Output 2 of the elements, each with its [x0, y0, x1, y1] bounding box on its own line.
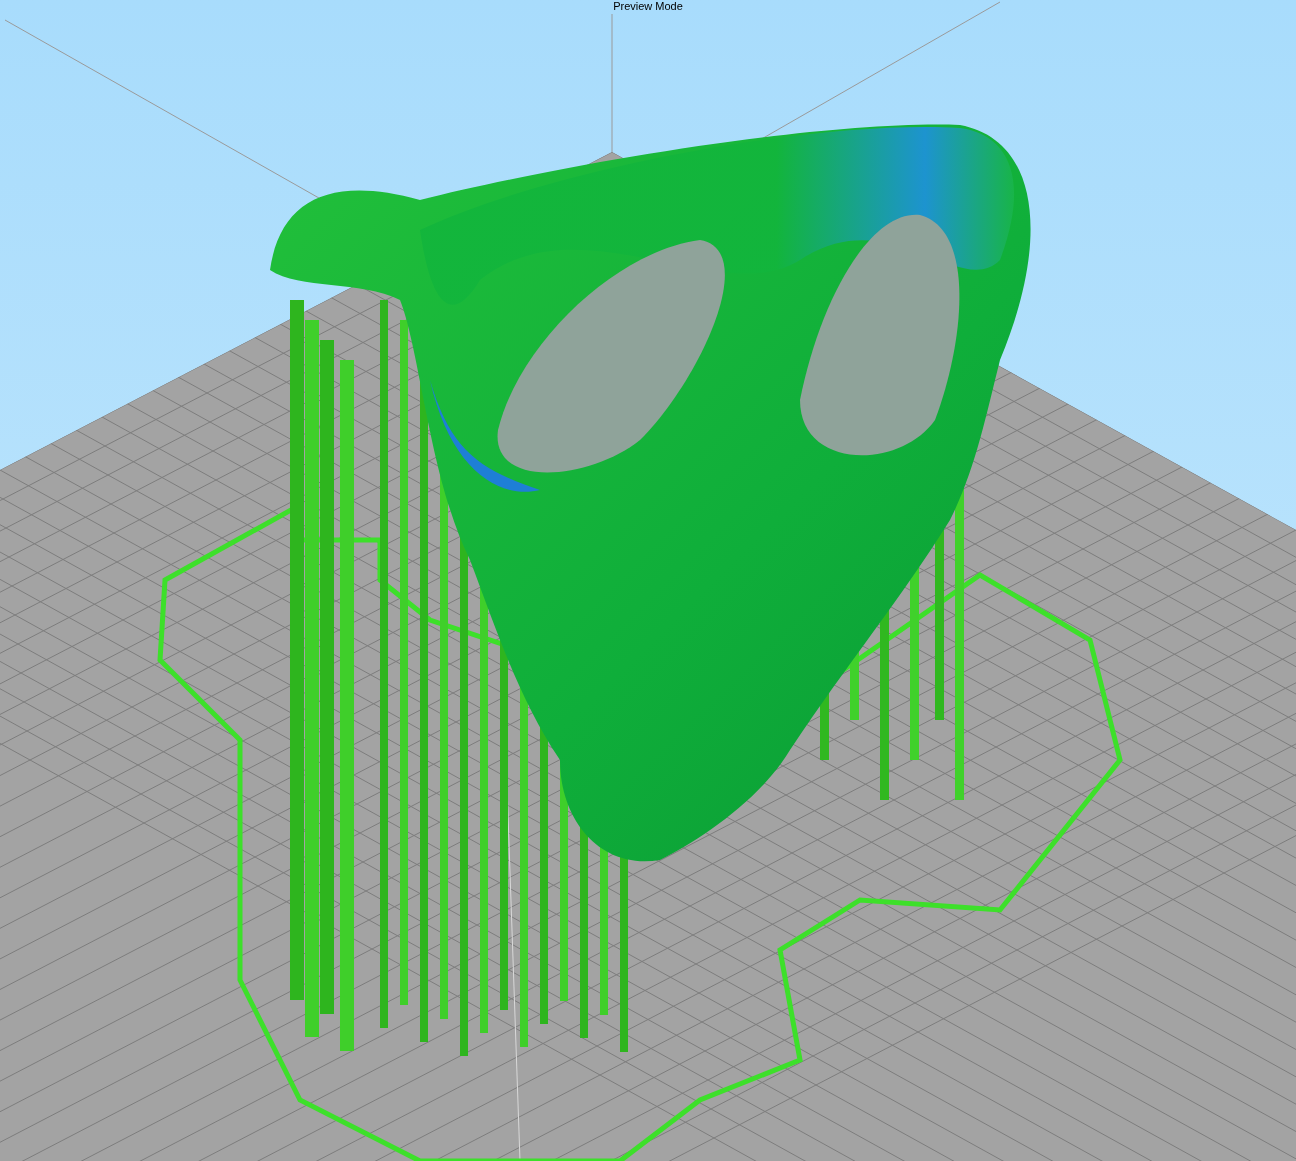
mode-label: Preview Mode	[613, 0, 683, 12]
3d-viewport[interactable]: Preview Mode	[0, 0, 1296, 1161]
